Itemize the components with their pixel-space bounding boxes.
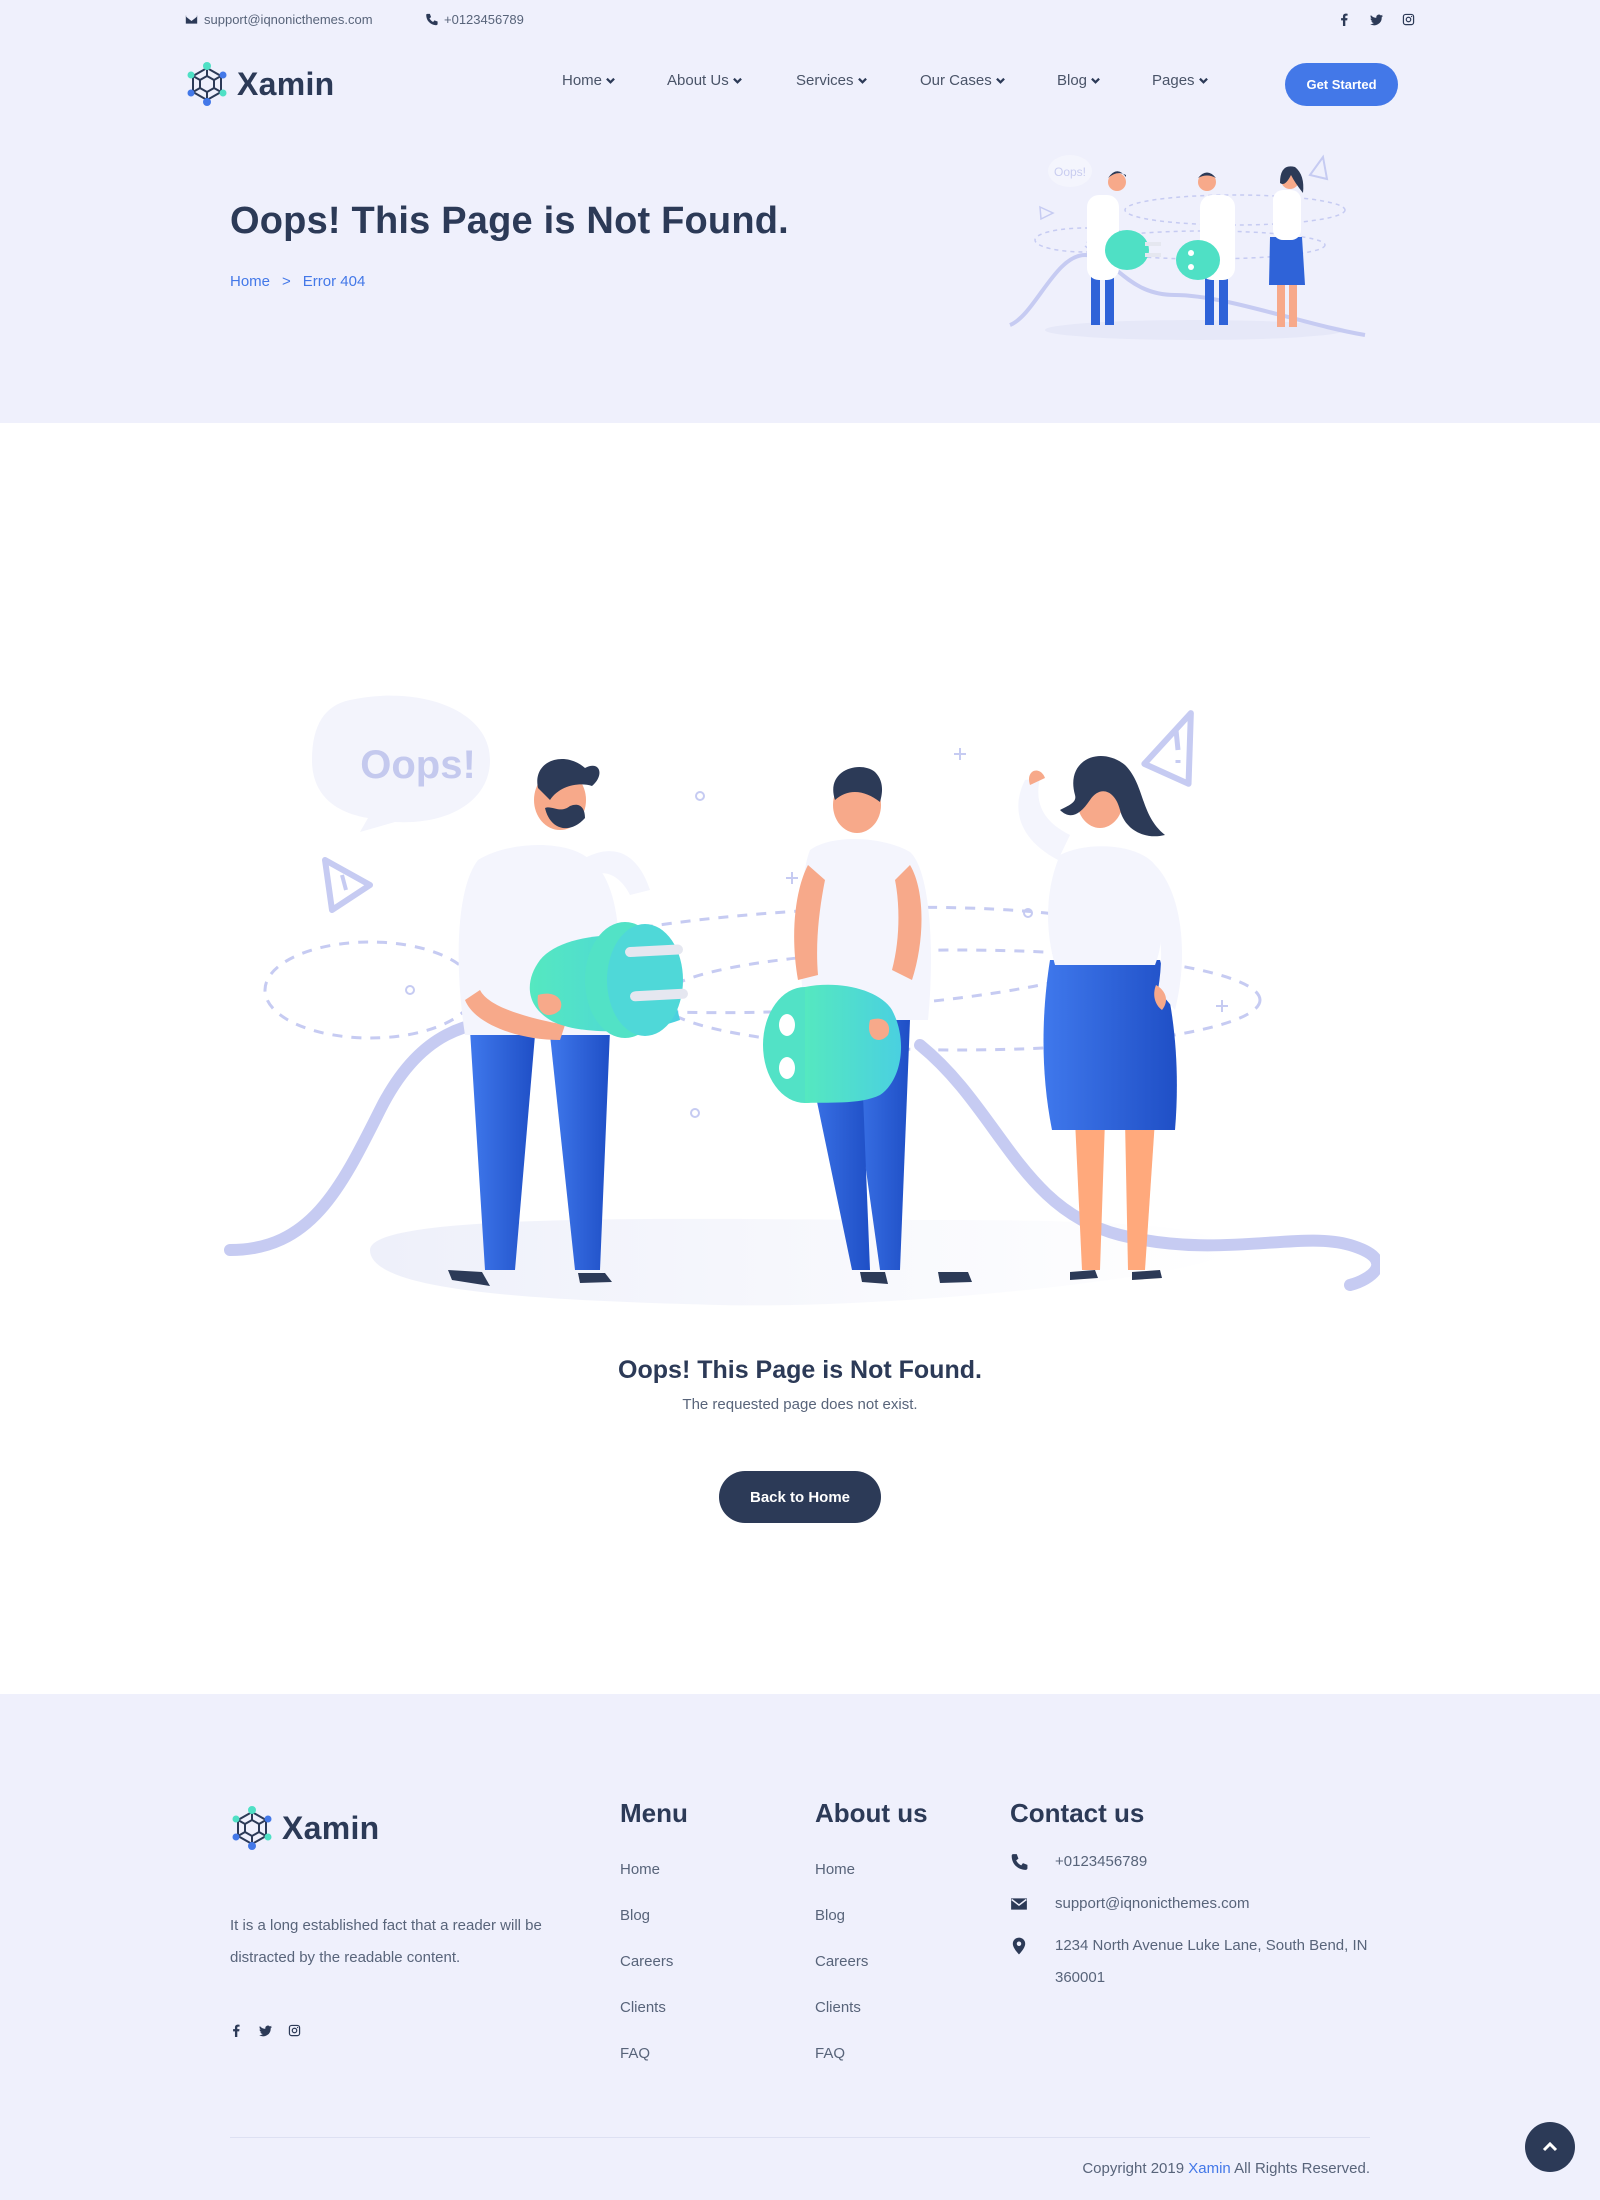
nav-label: Blog [1057, 72, 1088, 89]
twitter-icon[interactable] [259, 2024, 272, 2042]
footer-description: It is a long established fact that a rea… [230, 1917, 542, 1966]
topbar-email-text: support@iqnonicthemes.com [204, 12, 373, 27]
nav-label: About Us [667, 72, 729, 89]
copyright: Copyright 2019 Xamin All Rights Reserved… [1082, 2160, 1370, 2177]
footer-about-link[interactable]: Blog [815, 1907, 845, 1924]
phone-icon [426, 13, 438, 26]
topbar-phone-text: +0123456789 [444, 12, 524, 27]
chevron-down-icon [857, 77, 867, 84]
footer-menu-link[interactable]: Blog [620, 1907, 650, 1924]
breadcrumb-current: Error 404 [302, 273, 366, 290]
footer-about-link[interactable]: FAQ [815, 2045, 845, 2062]
hero-bubble-text: Oops! [1054, 165, 1086, 179]
breadcrumb-separator: > [282, 273, 291, 290]
footer-brand-name: Xamin [282, 1809, 380, 1846]
logo-icon [232, 1806, 272, 1850]
footer-menu-link[interactable]: Careers [620, 1953, 673, 1970]
breadcrumb-home[interactable]: Home [230, 273, 270, 290]
error-subtitle: The requested page does not exist. [682, 1396, 918, 1413]
nav-item-pages[interactable]: Pages [1152, 72, 1232, 89]
copyright-prefix: Copyright 2019 [1082, 2160, 1185, 2177]
back-to-home-button[interactable]: Back to Home [719, 1471, 881, 1523]
nav-label: Our Cases [920, 72, 992, 89]
nav-item-blog[interactable]: Blog [1057, 72, 1152, 89]
top-bar: support@iqnonicthemes.com +0123456789 [185, 12, 1415, 32]
nav-item-about[interactable]: About Us [667, 72, 796, 89]
main-nav: Home About Us Services Our Cases Blog Pa… [562, 72, 1232, 89]
breadcrumb: Home > Error 404 [230, 273, 365, 290]
copyright-suffix: All Rights Reserved. [1234, 2160, 1370, 2177]
footer-social [230, 2024, 301, 2042]
nav-item-services[interactable]: Services [796, 72, 920, 89]
topbar-phone[interactable]: +0123456789 [425, 12, 524, 27]
instagram-icon[interactable] [288, 2024, 301, 2042]
nav-label: Pages [1152, 72, 1195, 89]
hero-illustration: Oops! [1009, 154, 1366, 340]
copyright-brand-link[interactable]: Xamin [1188, 2160, 1231, 2177]
brand-name: Xamin [237, 65, 335, 102]
nav-label: Services [796, 72, 854, 89]
footer-menu-heading: Menu [620, 1798, 688, 1828]
chevron-down-icon [1198, 77, 1208, 84]
nav-item-home[interactable]: Home [562, 72, 667, 89]
chevron-up-icon [1542, 2141, 1558, 2152]
instagram-icon[interactable] [1401, 12, 1415, 26]
chevron-down-icon [1091, 77, 1100, 84]
footer-email[interactable]: support@iqnonicthemes.com [1055, 1888, 1250, 1920]
main-bubble-text: Oops! [360, 743, 476, 787]
footer-divider [230, 2137, 1370, 2138]
chevron-down-icon [732, 77, 742, 84]
topbar-social [1337, 12, 1415, 26]
facebook-icon[interactable] [230, 2024, 243, 2042]
back-to-top-button[interactable] [1525, 2122, 1575, 2172]
footer-menu-link[interactable]: FAQ [620, 2045, 650, 2062]
header-logo[interactable]: Xamin [185, 60, 335, 108]
chevron-down-icon [606, 77, 615, 84]
nav-label: Home [562, 72, 603, 89]
map-pin-icon [1010, 1937, 1028, 1955]
footer-menu-link[interactable]: Home [620, 1861, 660, 1878]
footer-about-link[interactable]: Clients [815, 1999, 861, 2016]
page-title: Oops! This Page is Not Found. [230, 200, 789, 242]
footer-address: 1234 North Avenue Luke Lane, South Bend,… [1055, 1937, 1368, 1986]
nav-item-our-cases[interactable]: Our Cases [920, 72, 1057, 89]
footer-about-link[interactable]: Careers [815, 1953, 868, 1970]
error-title: Oops! This Page is Not Found. [618, 1356, 982, 1384]
phone-icon [1010, 1853, 1028, 1871]
envelope-icon [1010, 1895, 1028, 1913]
footer-logo[interactable]: Xamin [230, 1804, 380, 1852]
topbar-email[interactable]: support@iqnonicthemes.com [185, 12, 373, 27]
twitter-icon[interactable] [1369, 12, 1383, 26]
facebook-icon[interactable] [1337, 12, 1351, 26]
envelope-icon [185, 15, 198, 24]
chevron-down-icon [995, 77, 1005, 84]
get-started-button[interactable]: Get Started [1285, 63, 1398, 106]
footer-about-heading: About us [815, 1798, 928, 1828]
footer-phone[interactable]: +0123456789 [1055, 1846, 1147, 1878]
footer-about-link[interactable]: Home [815, 1861, 855, 1878]
error-illustration: Oops! [224, 695, 1380, 1306]
footer-contact-heading: Contact us [1010, 1798, 1145, 1828]
footer-menu-link[interactable]: Clients [620, 1999, 666, 2016]
logo-icon [187, 62, 227, 106]
